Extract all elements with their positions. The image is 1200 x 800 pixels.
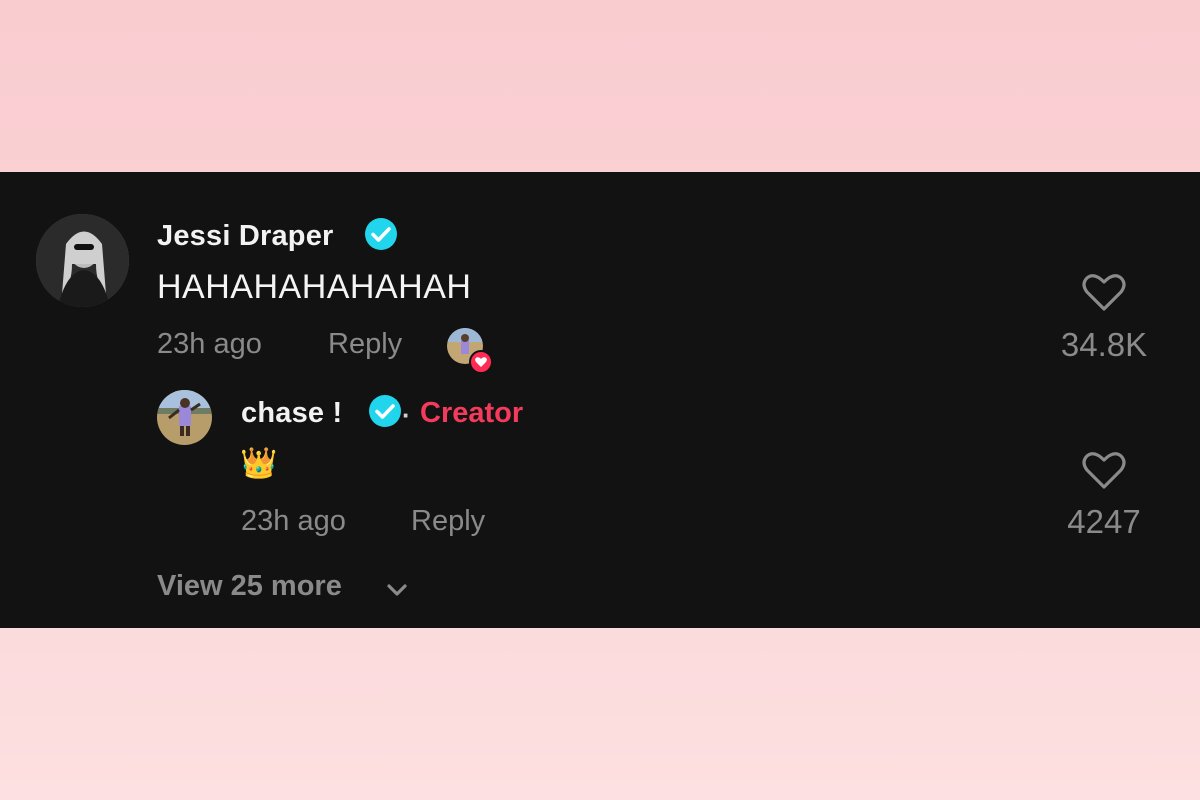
heart-icon[interactable] [1082,272,1126,317]
comment-timestamp: 23h ago [157,328,262,360]
comment-text: HAHAHAHAHAHAH [157,268,472,306]
reply-text: 👑 [240,447,278,480]
reply-reply-button[interactable]: Reply [411,505,485,538]
reply-avatar[interactable] [157,390,212,445]
chevron-down-icon[interactable] [386,582,408,603]
creator-badge: Creator [420,397,524,429]
reply-like-count: 4247 [1067,503,1141,540]
creator-liked-indicator [447,328,493,374]
verified-badge-icon [368,394,402,433]
reply-username[interactable]: chase ! [241,397,342,430]
verified-badge-icon [364,217,398,256]
avatar[interactable] [36,214,129,307]
comment-reply-button[interactable]: Reply [328,328,402,361]
view-more-replies-button[interactable]: View 25 more [157,570,342,603]
comment-thread-panel: Jessi Draper HAHAHAHAHAHAH 23h ago Reply [0,172,1200,628]
comment-like-count: 34.8K [1060,326,1148,363]
badge-separator: · [402,400,411,430]
comment-username[interactable]: Jessi Draper [157,220,334,253]
reply-timestamp: 23h ago [241,505,346,537]
heart-icon[interactable] [1082,450,1126,495]
heart-badge-icon [469,350,493,374]
